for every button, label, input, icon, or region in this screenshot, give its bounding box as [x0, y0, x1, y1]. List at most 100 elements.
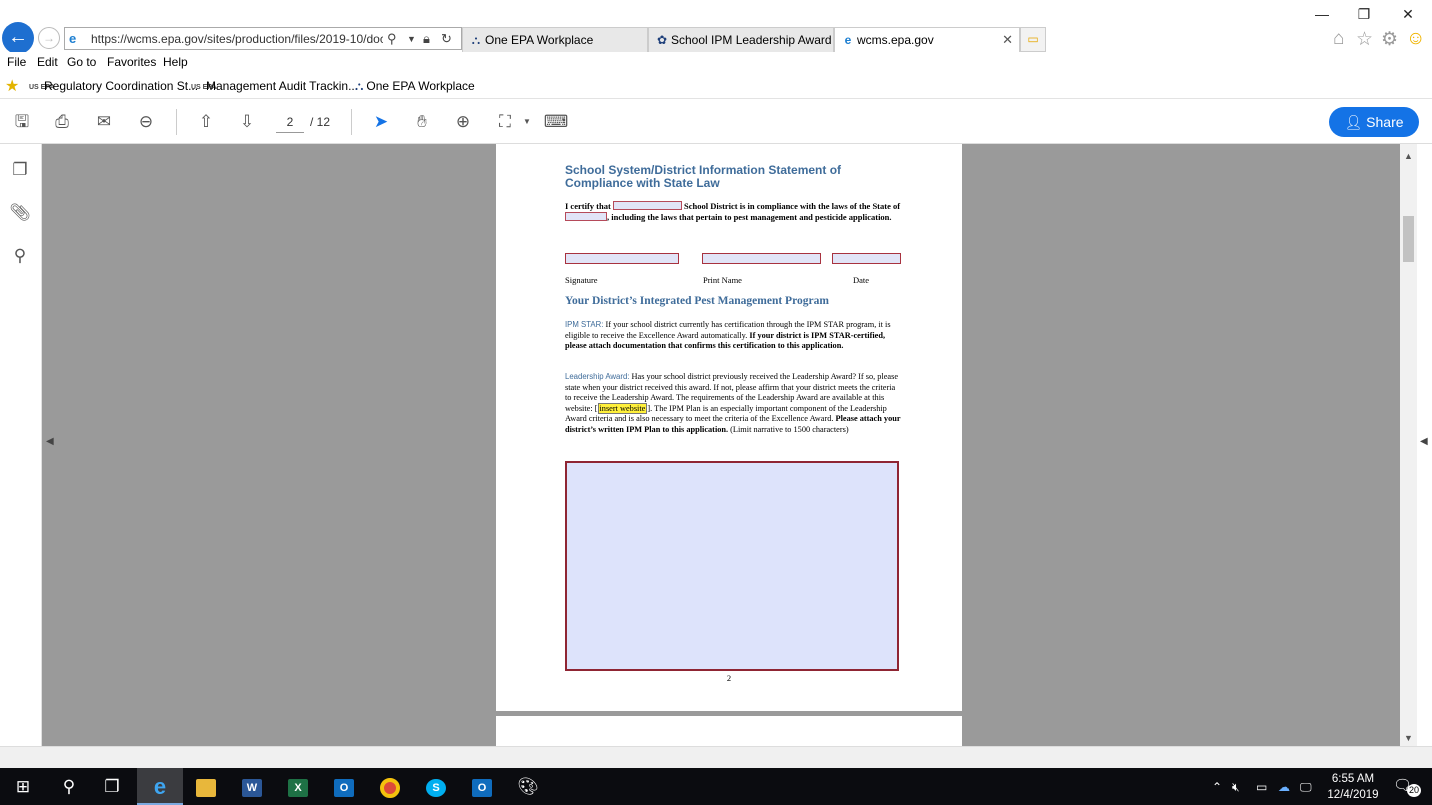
- search-icon[interactable]: ⚲: [8, 244, 32, 268]
- menu-edit[interactable]: Edit: [37, 55, 58, 69]
- keyboard-scroll-icon[interactable]: ⌨: [543, 110, 569, 134]
- onedrive-cloud-icon[interactable]: ☁: [1278, 780, 1290, 794]
- favorite-one-epa[interactable]: ⛬ One EPA Workplace: [355, 79, 475, 94]
- leadership-lead: Leadership Award:: [565, 372, 630, 381]
- page-total: / 12: [310, 115, 331, 129]
- tab-label: One EPA Workplace: [485, 33, 594, 47]
- tab-wcms[interactable]: e wcms.epa.gov ✕: [834, 27, 1020, 52]
- outlook-icon: O: [334, 778, 354, 797]
- pdf-viewer[interactable]: ◀ School System/District Information Sta…: [42, 144, 1400, 746]
- ie-page-icon: e: [69, 31, 77, 46]
- action-center-button[interactable]: 🗨︎ 20: [1393, 776, 1421, 798]
- next-page-icon[interactable]: ⇩: [234, 110, 260, 134]
- taskbar-file-explorer[interactable]: [183, 768, 229, 805]
- close-window-button[interactable]: ✕: [1385, 2, 1431, 26]
- favorites-star-icon[interactable]: ☆: [1356, 28, 1373, 51]
- new-tab-button[interactable]: ▭: [1020, 27, 1046, 52]
- pdf-toolbar: 🖫 ⎙ ✉ ⊖ ⇧ ⇩ / 12 ➤ ✋︎ ⊕ ⛶ ▼ ⌨: [0, 100, 1432, 144]
- shield-icon: ✿: [656, 33, 668, 47]
- tab-label: wcms.epa.gov: [857, 33, 934, 47]
- expand-right-panel-icon[interactable]: ◀: [1420, 436, 1428, 447]
- paint-icon: 🎨︎: [517, 777, 539, 796]
- chevron-down-icon[interactable]: ▼: [514, 110, 540, 134]
- taskbar-excel[interactable]: X: [275, 768, 321, 805]
- clock-time: 6:55 AM: [1331, 773, 1375, 785]
- collapse-left-panel-icon[interactable]: ◀: [46, 436, 54, 447]
- taskbar-paint[interactable]: 🎨︎: [505, 768, 551, 805]
- battery-icon[interactable]: ▭: [1256, 780, 1267, 794]
- volume-muted-icon[interactable]: 🔇︎: [1232, 780, 1240, 795]
- insert-website-placeholder[interactable]: insert website: [597, 402, 648, 414]
- cert-text-2: School District is in compliance with th…: [684, 201, 901, 211]
- zoom-in-icon[interactable]: ⊕: [450, 110, 476, 134]
- back-button[interactable]: ←: [2, 22, 34, 54]
- url-text[interactable]: https://wcms.epa.gov/sites/production/fi…: [91, 32, 383, 46]
- address-bar[interactable]: e https://wcms.epa.gov/sites/production/…: [64, 27, 462, 50]
- add-favorite-star-icon[interactable]: ★: [5, 76, 19, 96]
- pages-thumbnail-icon[interactable]: ❐: [8, 158, 32, 182]
- district-name-field[interactable]: [612, 201, 682, 210]
- zoom-out-icon[interactable]: ⊖: [133, 110, 159, 134]
- share-button[interactable]: 👤︎ Share: [1329, 107, 1419, 137]
- ipm-program-heading: Your District’s Integrated Pest Manageme…: [565, 295, 829, 307]
- favorite-management-audit[interactable]: US EPAManagement Audit Trackin...: [191, 79, 358, 93]
- menu-goto[interactable]: Go to: [67, 55, 96, 69]
- menu-file[interactable]: File: [7, 55, 26, 69]
- tab-one-epa-workplace[interactable]: ⛬ One EPA Workplace: [462, 27, 648, 52]
- epa-logo-icon: US EPA: [191, 84, 217, 91]
- forward-button[interactable]: →: [38, 27, 60, 49]
- page-number-input[interactable]: [276, 111, 304, 133]
- signature-field[interactable]: [565, 253, 679, 264]
- menu-favorites[interactable]: Favorites: [107, 55, 156, 69]
- lock-icon[interactable]: 🔒︎: [423, 31, 430, 47]
- attachment-icon[interactable]: 📎︎: [8, 201, 32, 225]
- taskbar-word[interactable]: W: [229, 768, 275, 805]
- menu-help[interactable]: Help: [163, 55, 188, 69]
- ipm-star-paragraph: IPM STAR: If your school district curren…: [565, 320, 901, 352]
- state-field[interactable]: [565, 211, 607, 221]
- previous-page-icon[interactable]: ⇧: [193, 110, 219, 134]
- favorite-regulatory[interactable]: US EPARegulatory Coordination St...: [29, 79, 198, 93]
- scrollbar-thumb[interactable]: [1403, 216, 1414, 262]
- save-icon[interactable]: 🖫: [9, 110, 35, 134]
- email-icon[interactable]: ✉: [91, 110, 117, 134]
- scroll-down-icon[interactable]: ▼: [1400, 730, 1417, 746]
- search-icon[interactable]: ⚲: [387, 31, 397, 47]
- tab-label: School IPM Leadership Award |...: [671, 33, 834, 47]
- select-cursor-icon[interactable]: ➤: [368, 110, 394, 134]
- windows-logo-icon: ⊞: [15, 777, 31, 796]
- close-tab-icon[interactable]: ✕: [1002, 28, 1013, 52]
- print-name-field[interactable]: [702, 253, 821, 264]
- hand-tool-icon[interactable]: ✋︎: [409, 110, 435, 134]
- taskbar-chrome[interactable]: [367, 768, 413, 805]
- dropdown-arrow-icon[interactable]: ▼: [407, 34, 416, 44]
- refresh-icon[interactable]: ↻: [441, 31, 452, 47]
- start-button[interactable]: ⊞: [0, 768, 46, 805]
- smiley-feedback-icon[interactable]: ☺: [1406, 28, 1425, 50]
- show-hidden-icons-chevron-icon[interactable]: ⌃: [1212, 780, 1222, 794]
- folder-icon: [196, 778, 216, 797]
- character-limit-note: (Limit narrative to 1500 characters): [730, 424, 849, 434]
- scroll-up-icon[interactable]: ▲: [1400, 148, 1417, 164]
- restore-button[interactable]: ❐: [1341, 2, 1387, 26]
- narrative-text-field[interactable]: [565, 461, 899, 671]
- next-pdf-page: [496, 716, 962, 746]
- print-icon[interactable]: ⎙: [49, 110, 75, 134]
- network-icon[interactable]: 🖵︎: [1300, 780, 1312, 795]
- taskbar-outlook[interactable]: O: [321, 768, 367, 805]
- new-tab-icon: ▭: [1027, 32, 1039, 46]
- task-view-button[interactable]: ❐: [89, 768, 135, 805]
- minimize-button[interactable]: —: [1299, 2, 1345, 26]
- system-clock[interactable]: 6:55 AM 12/4/2019: [1318, 771, 1388, 803]
- home-icon[interactable]: ⌂: [1333, 28, 1344, 50]
- vertical-scrollbar[interactable]: ▲ ▼: [1400, 144, 1417, 746]
- taskbar-skype[interactable]: S: [413, 768, 459, 805]
- tab-school-ipm[interactable]: ✿ School IPM Leadership Award |...: [648, 27, 834, 52]
- taskbar-outlook-2[interactable]: O: [459, 768, 505, 805]
- taskbar-internet-explorer[interactable]: e: [137, 768, 183, 805]
- gear-icon[interactable]: ⚙: [1381, 28, 1398, 51]
- people-icon: ⛬: [471, 33, 481, 47]
- date-field[interactable]: [832, 253, 901, 264]
- search-icon: ⚲: [62, 777, 76, 796]
- taskbar-search-button[interactable]: ⚲: [46, 768, 92, 805]
